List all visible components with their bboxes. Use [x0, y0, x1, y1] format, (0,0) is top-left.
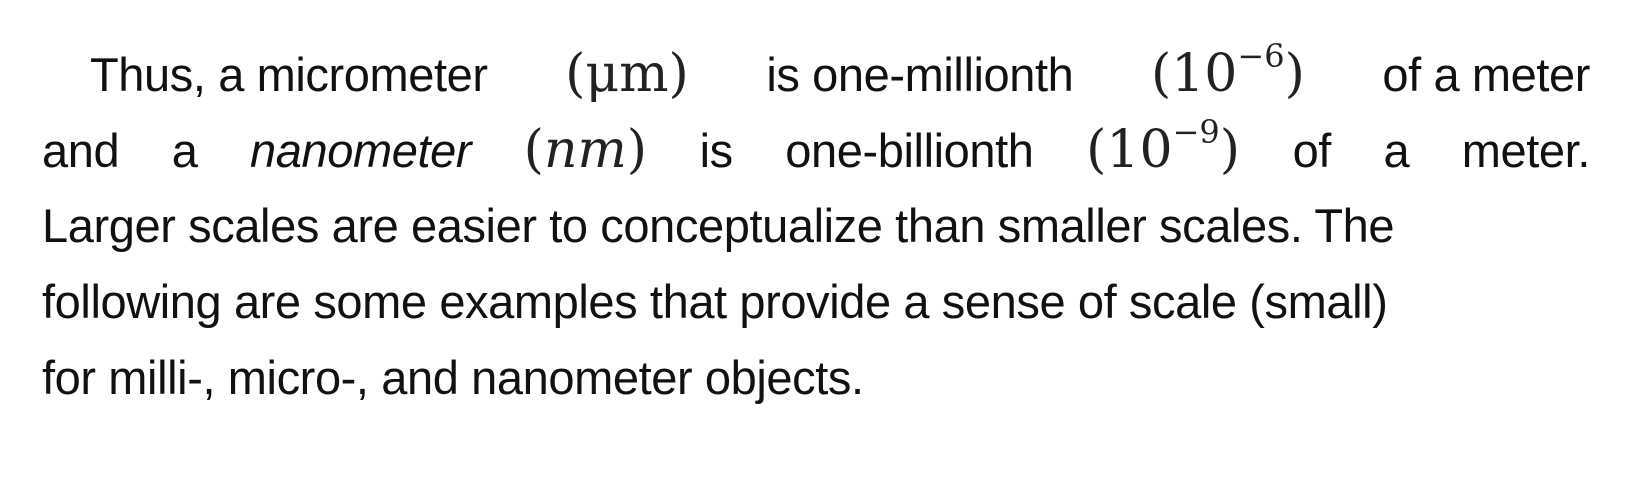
text-of-a-meter: of a meter	[1382, 48, 1590, 101]
paragraph-line-5: for milli-, micro-, and nanometer object…	[42, 351, 864, 404]
text-and: and	[42, 124, 120, 177]
text-meter: meter.	[1461, 124, 1591, 177]
paragraph-line-3: Larger scales are easier to conceptualiz…	[42, 199, 1395, 252]
power-minus-nine: (10−9)	[1086, 113, 1241, 180]
text-paragraph: Thus, a micrometer (μm) is one-millionth…	[42, 36, 1590, 416]
text-of: of	[1292, 124, 1332, 177]
text-a-2: a	[1383, 124, 1410, 177]
paragraph-line-2: and a nanometer (nm) is one-billionth (1…	[42, 112, 1590, 188]
nanometer-symbol: (nm)	[523, 120, 648, 180]
micrometer-symbol: (μm)	[565, 44, 689, 104]
text-is: is	[699, 124, 734, 177]
paragraph-line-1: Thus, a micrometer (μm) is one-millionth…	[42, 36, 1590, 112]
text-one-billionth: one-billionth	[785, 124, 1034, 177]
nanometer-term: nanometer	[250, 124, 472, 177]
text-a: a	[171, 124, 198, 177]
paragraph-line-4: following are some examples that provide…	[42, 275, 1388, 328]
power-minus-six: (10−6)	[1150, 37, 1305, 104]
text-one-millionth: is one-millionth	[766, 48, 1074, 101]
text-thus-micrometer: Thus, a micrometer	[90, 48, 488, 101]
